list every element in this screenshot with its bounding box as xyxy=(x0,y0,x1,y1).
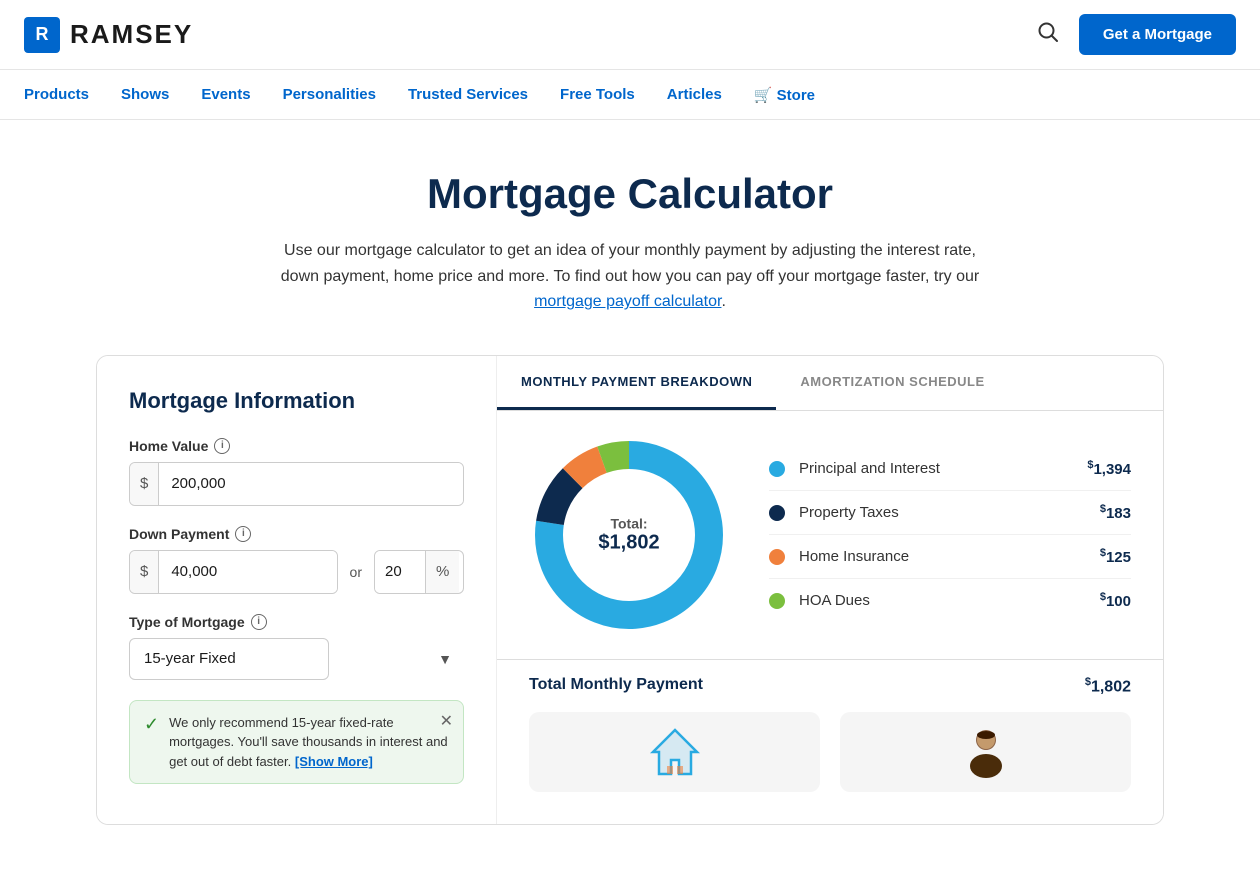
principal-value: $1,394 xyxy=(1087,459,1131,478)
home-insurance-label: Home Insurance xyxy=(799,548,1100,565)
hoa-dues-value: $100 xyxy=(1100,591,1131,610)
total-monthly-value: $1,802 xyxy=(1085,676,1131,696)
home-insurance-value: $125 xyxy=(1100,547,1131,566)
home-value-info-icon[interactable]: i xyxy=(214,438,230,454)
mortgage-type-select-wrapper: 15-year Fixed 30-year Fixed 5/1 ARM ▼ xyxy=(129,638,464,680)
down-payment-input[interactable] xyxy=(159,551,337,593)
check-circle-icon: ✓ xyxy=(144,714,159,735)
home-value-input-wrapper: $ xyxy=(129,462,464,506)
down-payment-label: Down Payment i xyxy=(129,526,464,542)
search-button[interactable] xyxy=(1037,21,1059,49)
legend-item-home-insurance: Home Insurance $125 xyxy=(769,535,1131,579)
site-header: R RAMSEY Get a Mortgage xyxy=(0,0,1260,70)
total-monthly-label: Total Monthly Payment xyxy=(529,676,703,696)
nav-item-trusted-services[interactable]: Trusted Services xyxy=(408,86,528,103)
down-payment-group: Down Payment i $ or % xyxy=(129,526,464,594)
down-payment-input-wrapper: $ xyxy=(129,550,338,594)
person-icon xyxy=(956,722,1016,782)
hoa-dues-label: HOA Dues xyxy=(799,592,1100,609)
mortgage-type-group: Type of Mortgage i 15-year Fixed 30-year… xyxy=(129,614,464,680)
total-monthly-row: Total Monthly Payment $1,802 xyxy=(497,659,1163,696)
tab-amortization[interactable]: AMORTIZATION SCHEDULE xyxy=(776,356,1008,410)
nav-item-products[interactable]: Products xyxy=(24,86,89,103)
main-nav: Products Shows Events Personalities Trus… xyxy=(0,70,1260,120)
nav-item-store[interactable]: 🛒 Store xyxy=(754,86,815,104)
breakdown-panel: MONTHLY PAYMENT BREAKDOWN AMORTIZATION S… xyxy=(497,356,1163,824)
principal-dot xyxy=(769,461,785,477)
tabs-container: MONTHLY PAYMENT BREAKDOWN AMORTIZATION S… xyxy=(497,356,1163,411)
nav-item-free-tools[interactable]: Free Tools xyxy=(560,86,635,103)
mortgage-info-panel: Mortgage Information Home Value i $ Down… xyxy=(97,356,497,824)
show-more-link[interactable]: [Show More] xyxy=(295,754,373,769)
person-card xyxy=(840,712,1131,792)
tab-monthly-breakdown[interactable]: MONTHLY PAYMENT BREAKDOWN xyxy=(497,356,776,410)
calculator-card: Mortgage Information Home Value i $ Down… xyxy=(96,355,1164,825)
down-payment-prefix: $ xyxy=(130,551,159,593)
notice-close-button[interactable]: ✕ xyxy=(440,711,453,731)
donut-center-label: Total: $1,802 xyxy=(598,515,659,554)
property-taxes-dot xyxy=(769,505,785,521)
home-value-group: Home Value i $ xyxy=(129,438,464,506)
mortgage-type-select[interactable]: 15-year Fixed 30-year Fixed 5/1 ARM xyxy=(129,638,329,680)
nav-item-events[interactable]: Events xyxy=(201,86,250,103)
logo-text: RAMSEY xyxy=(70,19,193,50)
recommendation-notice: ✓ We only recommend 15-year fixed-rate m… xyxy=(129,700,464,785)
percent-wrapper: % xyxy=(374,550,464,594)
home-value-prefix: $ xyxy=(130,463,159,505)
page-title: Mortgage Calculator xyxy=(254,170,1006,218)
legend-item-principal: Principal and Interest $1,394 xyxy=(769,447,1131,491)
hero-section: Mortgage Calculator Use our mortgage cal… xyxy=(230,120,1030,355)
property-taxes-value: $183 xyxy=(1100,503,1131,522)
legend-item-hoa-dues: HOA Dues $100 xyxy=(769,579,1131,622)
or-text: or xyxy=(350,564,362,580)
breakdown-area: Total: $1,802 Principal and Interest $1,… xyxy=(497,411,1163,659)
mortgage-type-label: Type of Mortgage i xyxy=(129,614,464,630)
logo-icon: R xyxy=(24,17,60,53)
donut-chart: Total: $1,802 xyxy=(529,435,729,635)
get-mortgage-button[interactable]: Get a Mortgage xyxy=(1079,14,1236,55)
mortgage-info-title: Mortgage Information xyxy=(129,388,464,414)
bottom-cards xyxy=(497,696,1163,792)
payoff-calculator-link[interactable]: mortgage payoff calculator xyxy=(534,293,721,310)
notice-text: We only recommend 15-year fixed-rate mor… xyxy=(169,713,449,772)
home-value-label: Home Value i xyxy=(129,438,464,454)
header-right: Get a Mortgage xyxy=(1037,14,1236,55)
chevron-down-icon: ▼ xyxy=(438,651,452,667)
percent-suffix: % xyxy=(425,551,459,593)
property-taxes-label: Property Taxes xyxy=(799,504,1100,521)
hoa-dues-dot xyxy=(769,593,785,609)
breakdown-legend: Principal and Interest $1,394 Property T… xyxy=(769,447,1131,622)
nav-item-shows[interactable]: Shows xyxy=(121,86,169,103)
mortgage-type-info-icon[interactable]: i xyxy=(251,614,267,630)
calculator-wrapper: Mortgage Information Home Value i $ Down… xyxy=(80,355,1180,865)
search-icon xyxy=(1037,21,1059,43)
home-value-input[interactable] xyxy=(159,463,463,505)
home-insurance-dot xyxy=(769,549,785,565)
percent-input[interactable] xyxy=(375,551,425,593)
down-payment-info-icon[interactable]: i xyxy=(235,526,251,542)
legend-item-property-taxes: Property Taxes $183 xyxy=(769,491,1131,535)
hero-description: Use our mortgage calculator to get an id… xyxy=(254,238,1006,315)
house-icon xyxy=(645,722,705,782)
principal-label: Principal and Interest xyxy=(799,460,1087,477)
logo[interactable]: R RAMSEY xyxy=(24,17,193,53)
nav-item-articles[interactable]: Articles xyxy=(667,86,722,103)
down-payment-row: $ or % xyxy=(129,550,464,594)
house-card xyxy=(529,712,820,792)
nav-item-personalities[interactable]: Personalities xyxy=(283,86,376,103)
